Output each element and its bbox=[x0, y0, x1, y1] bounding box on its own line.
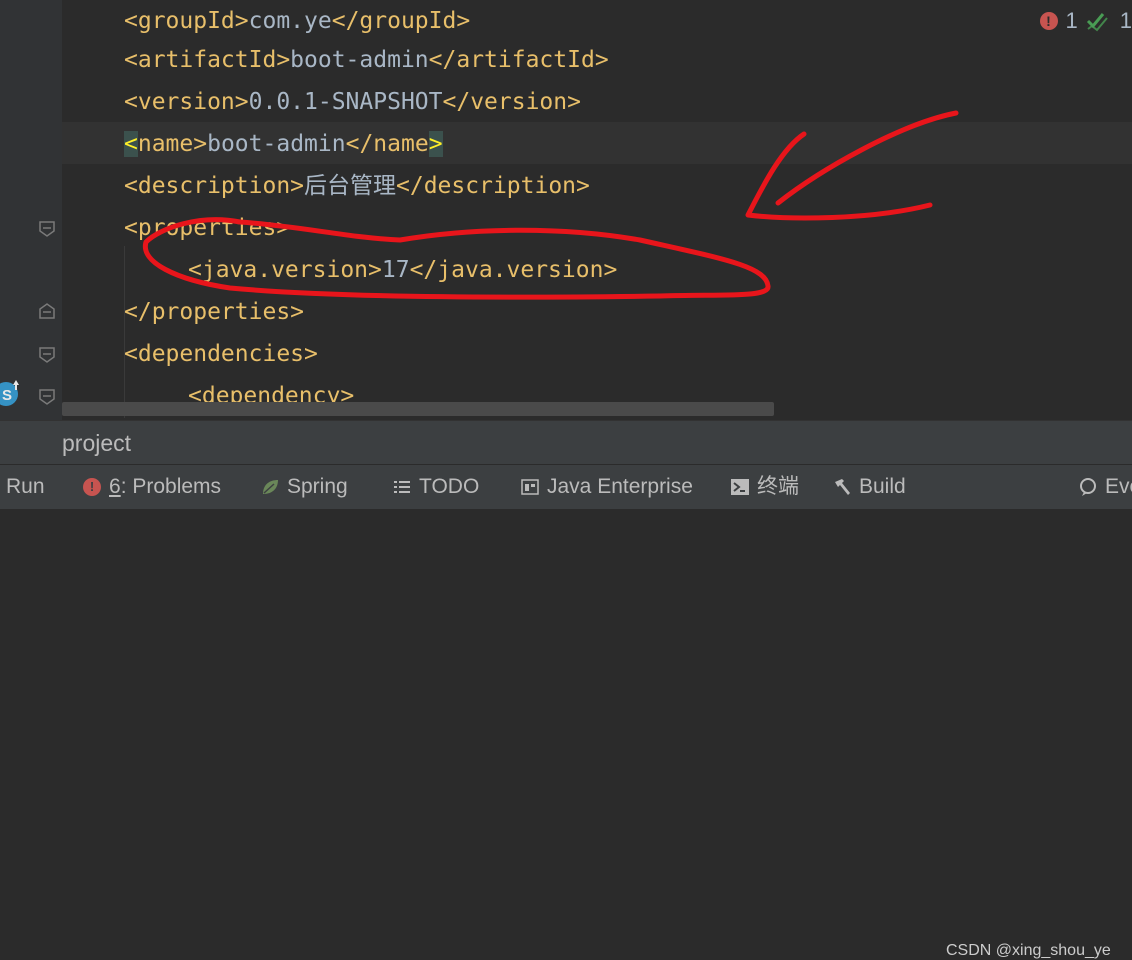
tool-window-build[interactable]: Build bbox=[832, 465, 906, 509]
fold-marker-icon[interactable] bbox=[38, 220, 56, 238]
code-line[interactable]: <dependencies> bbox=[124, 333, 318, 375]
xml-value: 17 bbox=[382, 257, 410, 283]
ok-count: 1 bbox=[1120, 8, 1132, 34]
tool-window-terminal[interactable]: 终端 bbox=[730, 465, 799, 509]
brace-match-highlight: > bbox=[429, 131, 443, 157]
spring-label: Spring bbox=[287, 465, 348, 509]
code-line[interactable]: </properties> bbox=[124, 291, 304, 333]
xml-open-tag: <description> bbox=[124, 173, 304, 199]
java-enterprise-icon bbox=[520, 477, 540, 497]
fold-marker-icon[interactable] bbox=[38, 388, 56, 406]
terminal-icon bbox=[730, 477, 750, 497]
xml-close-tag: </properties> bbox=[124, 299, 304, 325]
brace-match-highlight: < bbox=[124, 131, 138, 157]
event-log-label: Eve bbox=[1105, 465, 1132, 509]
xml-close-tag: </artifactId> bbox=[429, 47, 609, 73]
error-icon: ! bbox=[1040, 12, 1058, 30]
problems-shortcut: 6 bbox=[109, 475, 121, 498]
tool-window-run[interactable]: Run bbox=[6, 465, 45, 509]
tool-window-header[interactable]: project bbox=[0, 420, 1132, 465]
horizontal-scrollbar[interactable] bbox=[62, 402, 774, 416]
run-label: Run bbox=[6, 465, 45, 509]
xml-value: 后台管理 bbox=[304, 173, 396, 199]
watermark: CSDN @xing_shou_ye bbox=[946, 942, 1111, 960]
tool-window-event-log[interactable]: Eve bbox=[1078, 465, 1132, 509]
list-icon bbox=[392, 477, 412, 497]
bottom-tool-window-bar: Run ! 6: Problems Spring TODO Java Enter… bbox=[0, 464, 1132, 509]
error-icon: ! bbox=[82, 477, 102, 497]
xml-close-tag: </groupId> bbox=[332, 8, 470, 34]
error-count: 1 bbox=[1066, 8, 1078, 34]
inspection-widget[interactable]: ! 1 1 bbox=[1040, 8, 1132, 34]
tool-window-java-enterprise[interactable]: Java Enterprise bbox=[520, 465, 693, 509]
xml-close-tag: </version> bbox=[443, 89, 581, 115]
tool-window-todo[interactable]: TODO bbox=[392, 465, 479, 509]
xml-open-tag: <version> bbox=[124, 89, 249, 115]
code-line[interactable]: <properties> bbox=[124, 207, 290, 249]
tool-window-problems[interactable]: ! 6: Problems bbox=[82, 465, 221, 509]
xml-value: boot-admin bbox=[290, 47, 428, 73]
terminal-label: 终端 bbox=[757, 465, 799, 509]
code-line-current[interactable]: <name>boot-admin</name> bbox=[124, 123, 443, 165]
xml-open-tag: <properties> bbox=[124, 215, 290, 241]
panel-title: project bbox=[62, 421, 131, 465]
code-line[interactable]: <java.version>17</java.version> bbox=[188, 249, 617, 291]
svg-text:S: S bbox=[2, 387, 12, 404]
xml-close-tag: </name bbox=[346, 131, 429, 157]
maven-sync-icon[interactable]: S bbox=[0, 374, 22, 410]
fold-marker-icon[interactable] bbox=[38, 346, 56, 364]
double-check-icon bbox=[1086, 10, 1112, 32]
problems-label: : Problems bbox=[121, 475, 221, 498]
xml-close-tag: </description> bbox=[396, 173, 590, 199]
code-line[interactable]: <groupId>com.ye</groupId> bbox=[124, 0, 470, 42]
xml-open-tag: <java.version> bbox=[188, 257, 382, 283]
code-editor[interactable]: S <groupId>com.ye</groupId> <artifactId>… bbox=[0, 0, 1132, 420]
build-label: Build bbox=[859, 465, 906, 509]
code-line[interactable]: <artifactId>boot-admin</artifactId> bbox=[124, 39, 609, 81]
tool-window-spring[interactable]: Spring bbox=[260, 465, 348, 509]
fold-end-marker-icon[interactable] bbox=[38, 302, 56, 320]
todo-label: TODO bbox=[419, 465, 479, 509]
hammer-icon bbox=[832, 477, 852, 497]
xml-close-tag: </java.version> bbox=[410, 257, 618, 283]
xml-value: 0.0.1-SNAPSHOT bbox=[249, 89, 443, 115]
java-enterprise-label: Java Enterprise bbox=[547, 465, 693, 509]
xml-value: boot-admin bbox=[207, 131, 345, 157]
spring-leaf-icon bbox=[260, 477, 280, 497]
event-log-icon bbox=[1078, 477, 1098, 497]
xml-open-tag: name> bbox=[138, 131, 207, 157]
code-line[interactable]: <version>0.0.1-SNAPSHOT</version> bbox=[124, 81, 581, 123]
code-line[interactable]: <description>后台管理</description> bbox=[124, 165, 590, 207]
xml-open-tag: <artifactId> bbox=[124, 47, 290, 73]
xml-value: com.ye bbox=[249, 8, 332, 34]
xml-open-tag: <dependencies> bbox=[124, 341, 318, 367]
xml-open-tag: <groupId> bbox=[124, 8, 249, 34]
